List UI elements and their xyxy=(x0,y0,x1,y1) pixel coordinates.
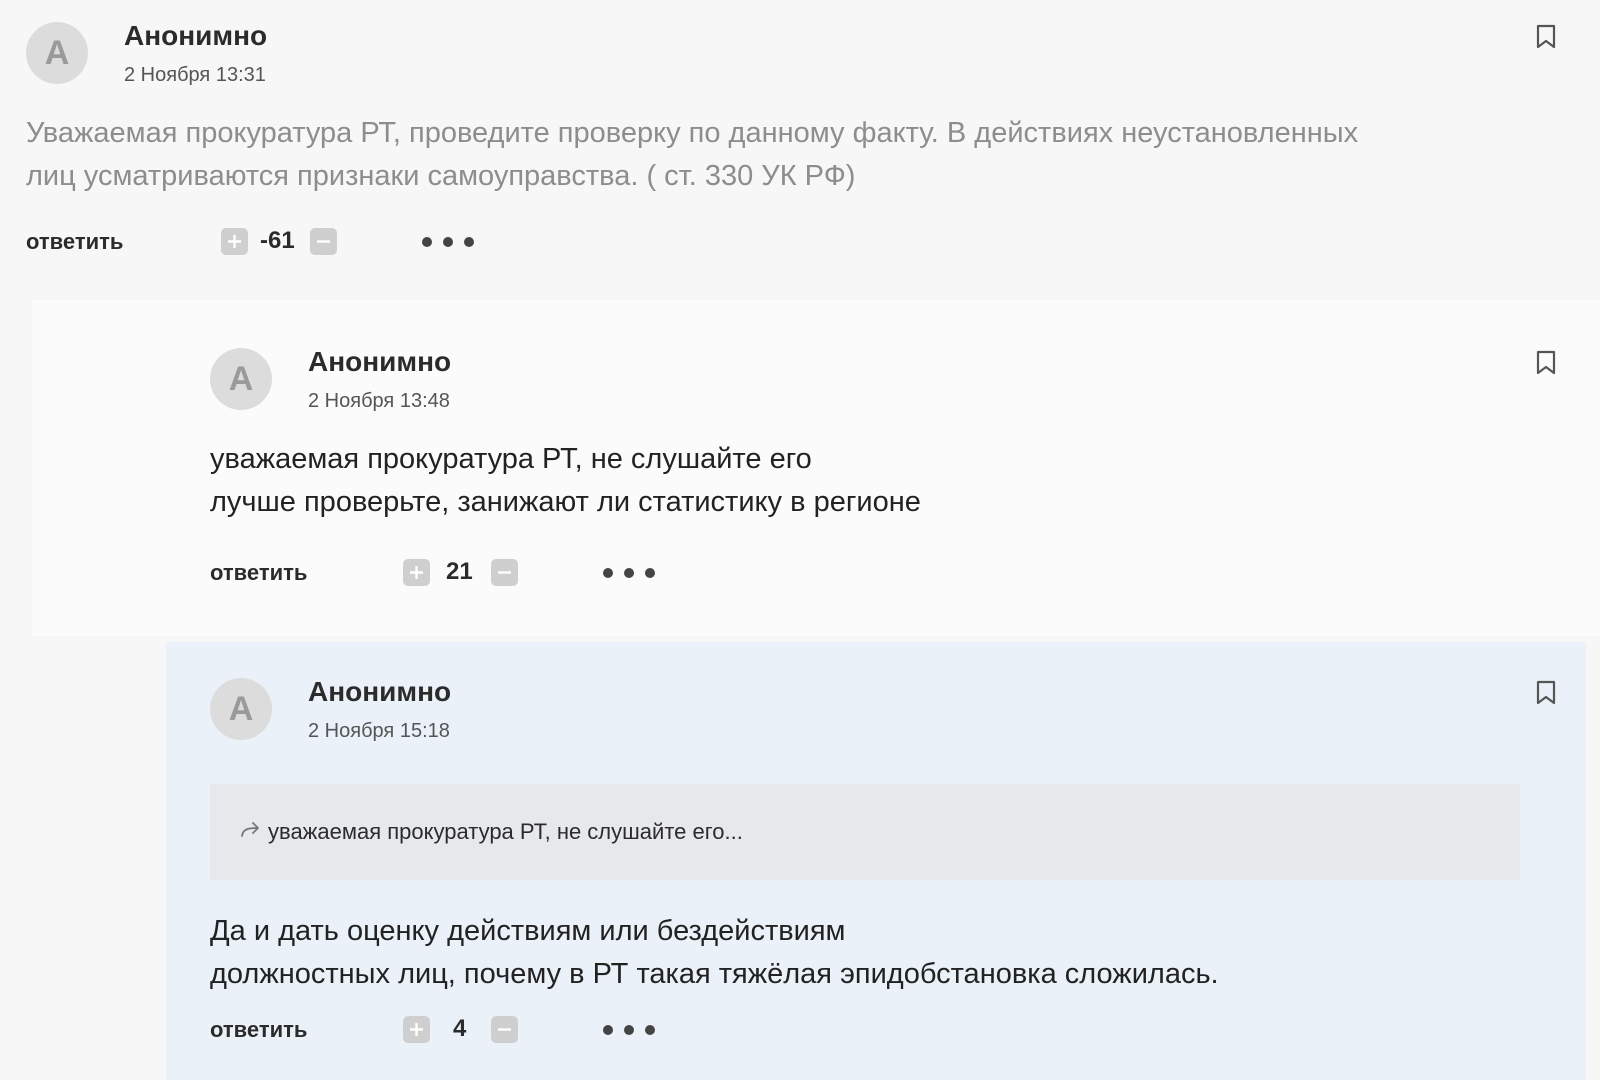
more-dots-icon xyxy=(645,568,655,578)
comment-author[interactable]: Анонимно xyxy=(124,20,267,52)
upvote-button[interactable] xyxy=(221,228,248,255)
comment-text: Да и дать оценку действиям или бездейств… xyxy=(210,910,1550,996)
vote-score: 4 xyxy=(453,1015,467,1042)
bookmark-icon[interactable] xyxy=(1535,350,1557,376)
downvote-button[interactable] xyxy=(491,1016,518,1043)
downvote-button[interactable] xyxy=(310,228,337,255)
comment-text: Уважаемая прокуратура РТ, проведите пров… xyxy=(26,112,1566,198)
upvote-button[interactable] xyxy=(403,559,430,586)
vote-score: 21 xyxy=(446,558,473,585)
comment-author[interactable]: Анонимно xyxy=(308,676,451,708)
reply-button[interactable]: ответить xyxy=(210,560,307,586)
avatar-letter: А xyxy=(44,33,70,72)
quoted-reply[interactable]: уважаемая прокуратура РТ, не слушайте ег… xyxy=(210,784,1520,880)
minus-icon xyxy=(317,240,330,243)
avatar[interactable]: А xyxy=(210,678,272,740)
plus-icon xyxy=(410,566,423,579)
comment-text-line: лиц усматриваются признаки самоуправства… xyxy=(26,160,856,192)
more-options-button[interactable] xyxy=(420,235,476,249)
upvote-button[interactable] xyxy=(403,1016,430,1043)
more-dots-icon xyxy=(645,1025,655,1035)
more-dots-icon xyxy=(603,568,613,578)
more-dots-icon xyxy=(422,237,432,247)
reply-arrow-icon xyxy=(240,821,262,844)
avatar-letter: А xyxy=(228,689,254,728)
downvote-button[interactable] xyxy=(491,559,518,586)
comment-text-line: должностных лиц, почему в РТ такая тяжёл… xyxy=(210,958,1219,990)
comment-date: 2 Ноября 13:48 xyxy=(308,390,450,412)
reply-button[interactable]: ответить xyxy=(26,229,123,255)
avatar[interactable]: А xyxy=(210,348,272,410)
more-dots-icon xyxy=(624,568,634,578)
comment-text: уважаемая прокуратура РТ, не слушайте ег… xyxy=(210,438,1510,524)
avatar[interactable]: А xyxy=(26,22,88,84)
more-options-button[interactable] xyxy=(601,1023,657,1037)
minus-icon xyxy=(498,1028,511,1031)
comment-text-line: лучше проверьте, занижают ли статистику … xyxy=(210,486,921,518)
comment-thread: А Анонимно 2 Ноября 13:31 Уважаемая прок… xyxy=(0,0,1600,1080)
reply-button[interactable]: ответить xyxy=(210,1017,307,1043)
bookmark-icon[interactable] xyxy=(1535,24,1557,50)
comment-text-line: уважаемая прокуратура РТ, не слушайте ег… xyxy=(210,443,812,475)
quoted-text: уважаемая прокуратура РТ, не слушайте ег… xyxy=(268,819,743,844)
bookmark-icon[interactable] xyxy=(1535,680,1557,706)
comment-text-line: Уважаемая прокуратура РТ, проведите пров… xyxy=(26,117,1359,149)
plus-icon xyxy=(410,1023,423,1036)
minus-icon xyxy=(498,571,511,574)
avatar-letter: А xyxy=(228,359,254,398)
comment-date: 2 Ноября 15:18 xyxy=(308,720,450,742)
comment-highlighted: А Анонимно 2 Ноября 15:18 уважаемая прок… xyxy=(166,642,1586,1080)
more-dots-icon xyxy=(624,1025,634,1035)
more-dots-icon xyxy=(443,237,453,247)
comment-author[interactable]: Анонимно xyxy=(308,346,451,378)
comment: А Анонимно 2 Ноября 13:31 Уважаемая прок… xyxy=(0,0,1600,290)
vote-score: -61 xyxy=(260,227,295,254)
comment-text-line: Да и дать оценку действиям или бездейств… xyxy=(210,915,846,947)
comment: А Анонимно 2 Ноября 13:48 уважаемая прок… xyxy=(32,300,1600,636)
more-dots-icon xyxy=(603,1025,613,1035)
more-dots-icon xyxy=(464,237,474,247)
plus-icon xyxy=(228,235,241,248)
comment-date: 2 Ноября 13:31 xyxy=(124,64,266,86)
more-options-button[interactable] xyxy=(601,566,657,580)
